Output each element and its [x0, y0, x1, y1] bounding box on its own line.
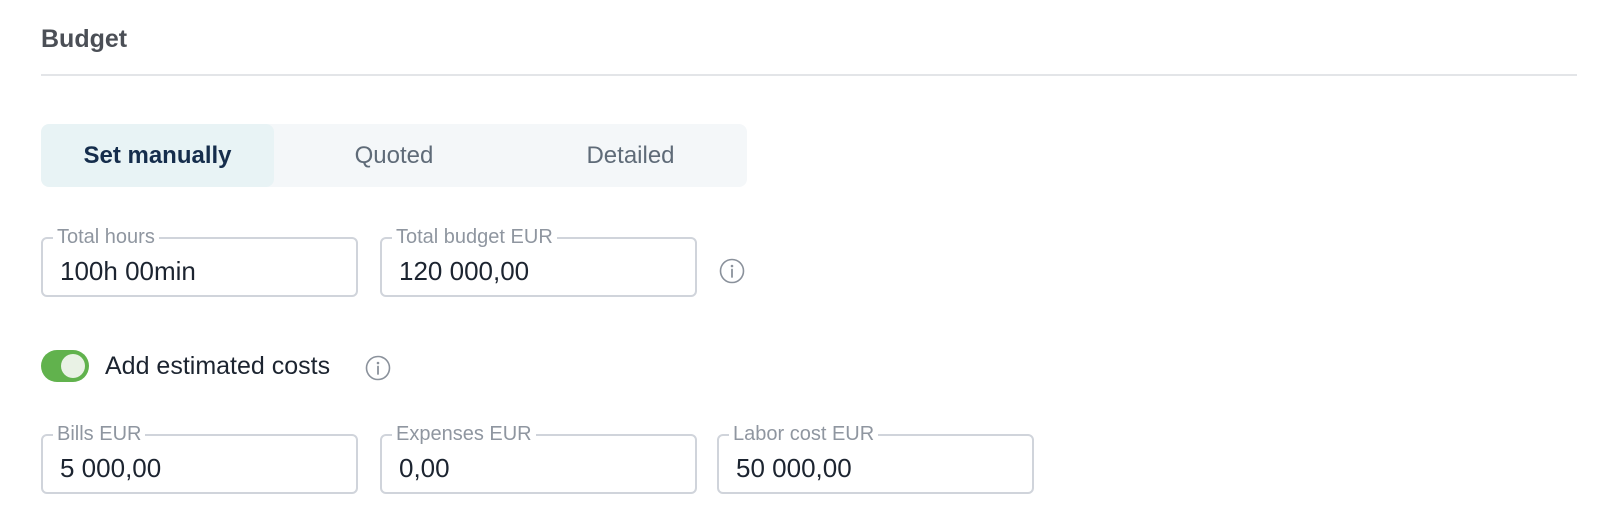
total-hours-input[interactable] [43, 239, 356, 295]
total-hours-field: Total hours [41, 225, 358, 297]
labor-cost-input[interactable] [719, 436, 1032, 492]
toggle-knob [61, 354, 85, 378]
budget-mode-segmented-control: Set manually Quoted Detailed [41, 124, 747, 187]
expenses-field: Expenses EUR [380, 422, 697, 494]
info-icon[interactable] [365, 355, 391, 381]
info-icon[interactable] [719, 258, 745, 284]
bills-input[interactable] [43, 436, 356, 492]
total-budget-field: Total budget EUR [380, 225, 697, 297]
expenses-input[interactable] [382, 436, 695, 492]
section-divider [41, 74, 1577, 76]
tab-set-manually[interactable]: Set manually [41, 124, 274, 187]
estimated-costs-toggle[interactable] [41, 350, 89, 382]
bills-field: Bills EUR [41, 422, 358, 494]
tab-quoted[interactable]: Quoted [274, 124, 514, 187]
budget-section-title: Budget [41, 25, 128, 53]
estimated-costs-label: Add estimated costs [105, 352, 331, 380]
total-budget-input[interactable] [382, 239, 695, 295]
labor-cost-field: Labor cost EUR [717, 422, 1034, 494]
tab-detailed[interactable]: Detailed [514, 124, 747, 187]
